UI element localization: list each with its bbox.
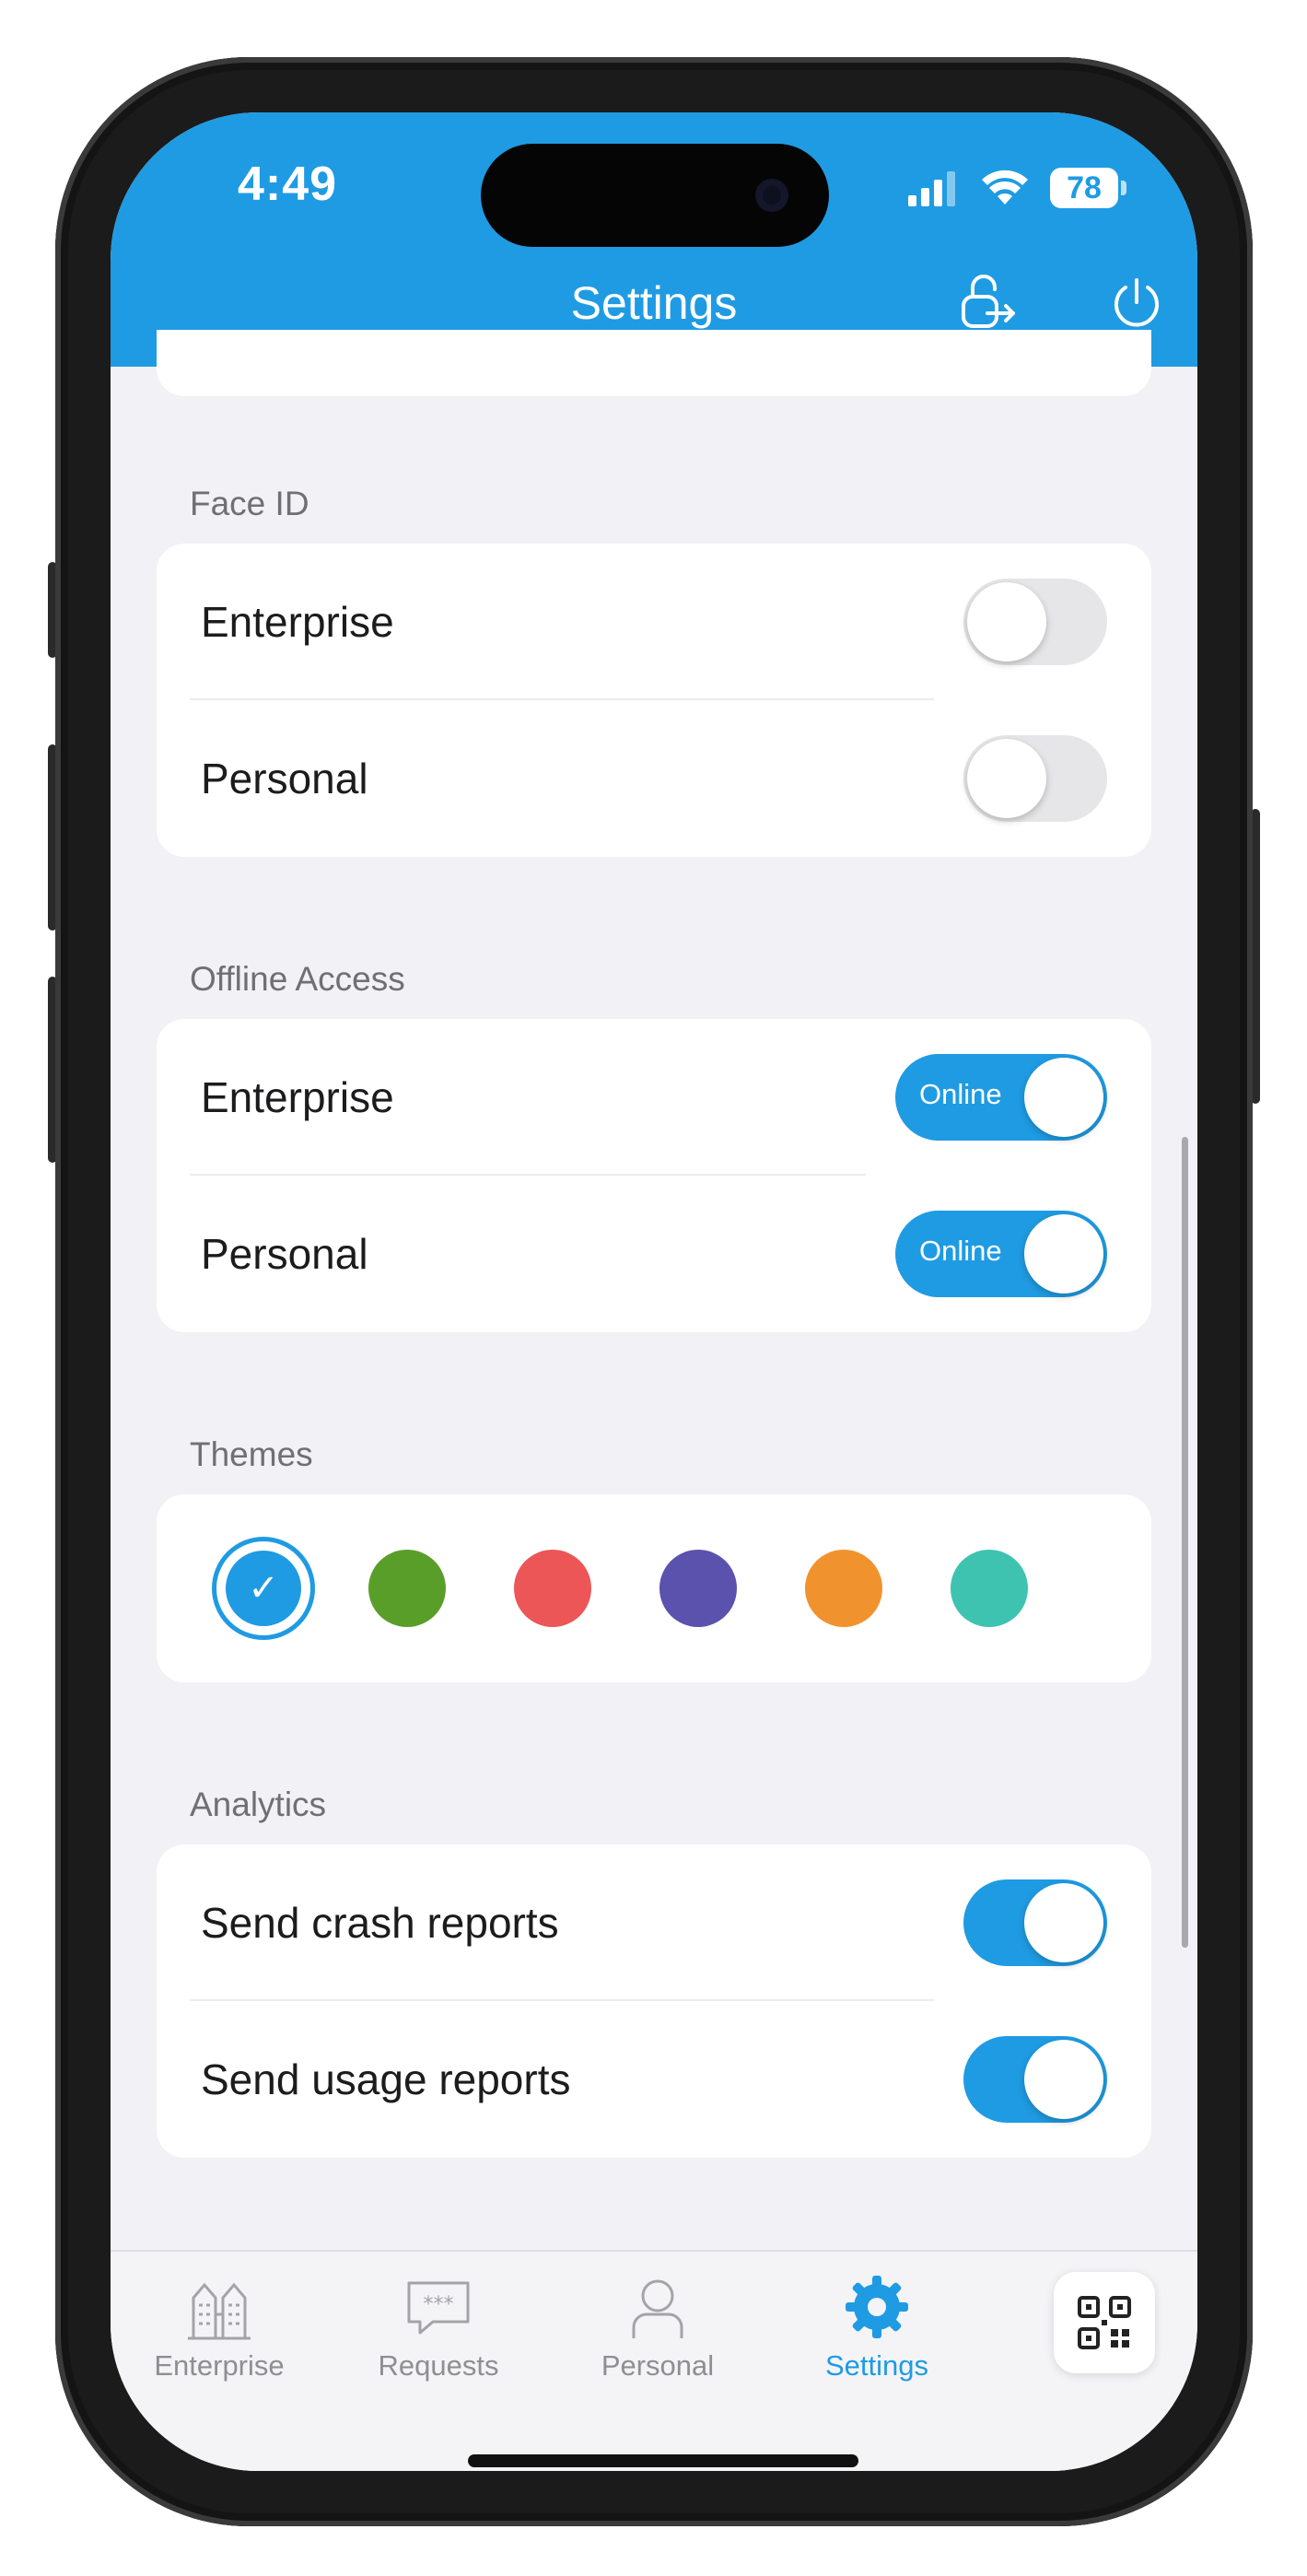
navigation-header: 4:49 78 Settings: [111, 112, 1197, 367]
section-label-offline-access: Offline Access: [190, 960, 405, 998]
status-icons: 78: [908, 166, 1126, 210]
row-label: Personal: [201, 1230, 368, 1278]
face-id-card: Enterprise Personal: [157, 544, 1151, 857]
row-label: Enterprise: [201, 1073, 394, 1121]
section-label-face-id: Face ID: [190, 485, 309, 522]
tab-personal[interactable]: Personal: [566, 2270, 750, 2408]
tab-requests[interactable]: *** Requests: [346, 2270, 531, 2408]
theme-swatch-row: ✓: [157, 1494, 1151, 1682]
previous-card: [157, 330, 1151, 396]
logout-icon[interactable]: [951, 269, 1017, 335]
row-label: Send crash reports: [201, 1899, 559, 1947]
tab-label: Settings: [824, 2349, 928, 2382]
face-id-enterprise-row[interactable]: Enterprise: [157, 544, 1151, 700]
row-label: Personal: [201, 755, 368, 802]
toggle-text: Online: [919, 1235, 1002, 1267]
face-id-personal-row[interactable]: Personal: [157, 700, 1151, 857]
tab-label: Personal: [601, 2349, 715, 2382]
offline-enterprise-row[interactable]: Enterprise Online: [157, 1019, 1151, 1176]
tab-bar: Enterprise *** Requests Personal Setting…: [111, 2250, 1197, 2471]
row-label: Enterprise: [201, 598, 394, 646]
crash-reports-row[interactable]: Send crash reports: [157, 1844, 1151, 2001]
person-icon: [632, 2279, 683, 2338]
dynamic-island: [481, 144, 829, 247]
scrollbar[interactable]: [1182, 1137, 1188, 1948]
theme-swatch-teal[interactable]: [951, 1550, 1028, 1627]
theme-swatch-green[interactable]: [368, 1550, 446, 1627]
tab-enterprise[interactable]: Enterprise: [127, 2270, 311, 2408]
face-id-personal-toggle[interactable]: [963, 735, 1107, 822]
buildings-icon: [188, 2282, 251, 2340]
svg-text:***: ***: [424, 2293, 454, 2316]
home-indicator[interactable]: [468, 2454, 858, 2467]
phone-screen: 4:49 78 Settings Face ID Enterprise Pers…: [111, 112, 1197, 2471]
theme-swatch-orange[interactable]: [805, 1550, 882, 1627]
wifi-icon: [982, 170, 1028, 205]
page-title: Settings: [570, 277, 738, 329]
themes-card: ✓: [157, 1494, 1151, 1682]
check-icon: ✓: [248, 1568, 279, 1609]
qr-code-icon: [1078, 2296, 1131, 2349]
gear-icon: [846, 2276, 908, 2338]
offline-personal-row[interactable]: Personal Online: [157, 1176, 1151, 1332]
tab-label: Enterprise: [154, 2349, 285, 2382]
theme-swatch-red[interactable]: [514, 1550, 591, 1627]
battery-level: 78: [1067, 170, 1102, 205]
tab-label: Requests: [378, 2349, 499, 2382]
status-time: 4:49: [238, 158, 338, 211]
toggle-text: Online: [919, 1078, 1002, 1110]
chat-bubble-icon: ***: [407, 2281, 470, 2335]
offline-enterprise-toggle[interactable]: Online: [895, 1054, 1107, 1141]
usage-reports-toggle[interactable]: [963, 2036, 1107, 2123]
analytics-card: Send crash reports Send usage reports: [157, 1844, 1151, 2158]
usage-reports-row[interactable]: Send usage reports: [157, 2001, 1151, 2158]
theme-swatch-blue[interactable]: ✓: [212, 1537, 315, 1640]
tab-settings[interactable]: Settings: [785, 2270, 969, 2408]
qr-scan-button[interactable]: [1054, 2272, 1155, 2373]
cellular-signal-icon: [908, 171, 955, 206]
offline-personal-toggle[interactable]: Online: [895, 1211, 1107, 1297]
offline-access-card: Enterprise Online Personal Online: [157, 1019, 1151, 1332]
battery-icon: 78: [1050, 168, 1126, 208]
section-label-analytics: Analytics: [190, 1786, 327, 1823]
power-icon[interactable]: [1103, 269, 1170, 335]
crash-reports-toggle[interactable]: [963, 1879, 1107, 1966]
face-id-enterprise-toggle[interactable]: [963, 579, 1107, 665]
section-label-themes: Themes: [190, 1435, 313, 1473]
settings-list[interactable]: Face ID Enterprise Personal Offline Acce…: [111, 330, 1197, 2357]
row-label: Send usage reports: [201, 2055, 571, 2103]
theme-swatch-purple[interactable]: [659, 1550, 737, 1627]
